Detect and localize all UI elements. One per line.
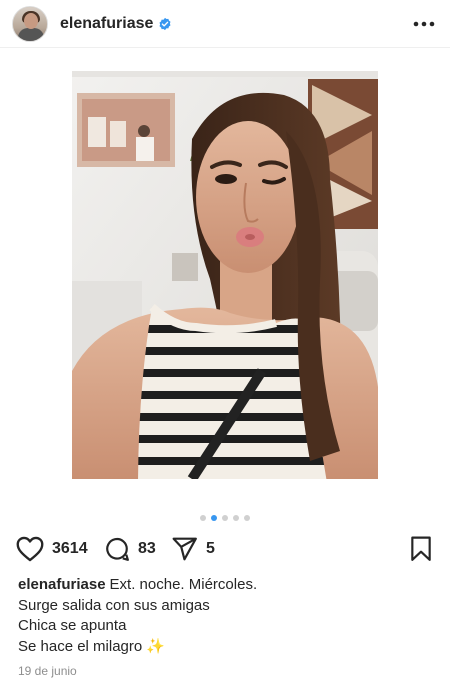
post-date: 19 de junio [18, 664, 77, 678]
carousel-dot [233, 515, 239, 521]
more-options-icon[interactable] [412, 12, 436, 36]
caption-username[interactable]: elenafuriase [18, 576, 106, 593]
comment-bubble-icon[interactable] [104, 536, 130, 562]
caption-line: elenafuriase Ext. noche. Miércoles. [18, 575, 438, 596]
comment-button[interactable]: 83 [104, 532, 156, 566]
caption-text-line-4: Se hace el milagro [18, 637, 143, 655]
post-photo[interactable] [72, 71, 378, 479]
post-username[interactable]: elenafuriase [60, 15, 153, 33]
carousel-indicator [0, 512, 450, 524]
caption-line-4: Se hace el milagro ✨ [18, 637, 438, 658]
carousel-dot [200, 515, 206, 521]
bookmark-icon[interactable] [410, 536, 432, 562]
caption-text-line-1: Ext. noche. Miércoles. [109, 576, 258, 593]
post-actions: 3614 83 5 [0, 532, 450, 566]
caption-text-line-3: Chica se apunta [18, 617, 127, 634]
paper-plane-icon[interactable] [172, 537, 198, 561]
verified-badge-icon [159, 17, 171, 30]
post-caption: elenafuriase Ext. noche. Miércoles. Surge… [18, 575, 438, 657]
save-button[interactable] [410, 532, 432, 566]
selfie-image [72, 71, 378, 479]
likes-count[interactable]: 3614 [52, 540, 88, 558]
like-button[interactable]: 3614 [16, 532, 88, 566]
shares-count[interactable]: 5 [206, 540, 215, 558]
carousel-dot-active [211, 515, 217, 521]
heart-icon[interactable] [16, 536, 44, 562]
carousel-dot [244, 515, 250, 521]
sparkles-emoji: ✨ [146, 637, 166, 655]
post-header: elenafuriase [0, 0, 450, 48]
avatar[interactable] [12, 5, 48, 42]
carousel-dot [222, 515, 228, 521]
comments-count[interactable]: 83 [138, 540, 156, 558]
post-media-area[interactable] [0, 49, 450, 504]
share-button[interactable]: 5 [172, 532, 215, 566]
caption-text-line-2: Surge salida con sus amigas [18, 596, 210, 614]
